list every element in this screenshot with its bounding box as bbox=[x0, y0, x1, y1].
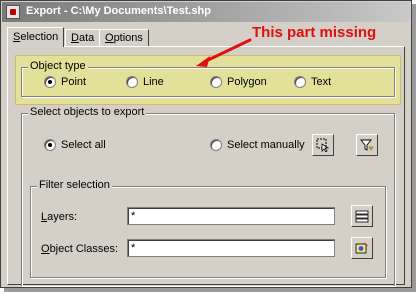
object-classes-label-rest: bject Classes: bbox=[49, 243, 119, 255]
radio-polygon-label: Polygon bbox=[227, 76, 267, 88]
layers-button[interactable] bbox=[351, 205, 373, 227]
radio-point-label: Point bbox=[61, 76, 87, 88]
object-classes-button[interactable] bbox=[351, 237, 373, 259]
radio-select-manually-button[interactable] bbox=[210, 139, 222, 151]
missing-annotation: This part missing bbox=[252, 24, 377, 41]
radio-point[interactable]: Point bbox=[44, 76, 86, 88]
tab-options-label: ptions bbox=[113, 32, 143, 44]
filter-button[interactable] bbox=[356, 134, 378, 156]
tab-data[interactable]: Data bbox=[65, 29, 101, 46]
radio-select-all-button[interactable] bbox=[44, 139, 56, 151]
object-classes-icon bbox=[355, 242, 368, 254]
radio-line[interactable]: Line bbox=[126, 76, 164, 88]
radio-line-label: Line bbox=[143, 76, 164, 88]
select-objects-group: Select objects to export Select all Sele… bbox=[21, 106, 395, 286]
radio-point-button[interactable] bbox=[44, 76, 56, 88]
window-title: Export - C:\My Documents\Test.shp bbox=[26, 5, 211, 17]
layers-icon bbox=[355, 210, 369, 223]
object-classes-label-mnemonic: O bbox=[41, 243, 50, 255]
radio-select-manually-label: Select manually bbox=[227, 139, 305, 151]
radio-polygon[interactable]: Polygon bbox=[210, 76, 267, 88]
red-arrow-icon bbox=[196, 38, 252, 67]
object-type-group: Object type Point Line Polygon Text bbox=[21, 60, 395, 97]
tab-selection-label: election bbox=[20, 31, 59, 43]
layers-input[interactable]: * bbox=[127, 207, 335, 225]
object-classes-input[interactable]: * bbox=[127, 239, 335, 257]
radio-select-all[interactable]: Select all bbox=[44, 139, 106, 151]
tab-options[interactable]: Options bbox=[99, 29, 149, 46]
tab-data-label: ata bbox=[78, 32, 95, 44]
radio-text[interactable]: Text bbox=[294, 76, 331, 88]
radio-select-all-label: Select all bbox=[61, 139, 106, 151]
radio-text-label: Text bbox=[311, 76, 332, 88]
radio-line-button[interactable] bbox=[126, 76, 138, 88]
tab-data-mnemonic: D bbox=[71, 32, 79, 44]
select-objects-label: Select objects to export bbox=[28, 106, 147, 118]
radio-polygon-button[interactable] bbox=[210, 76, 222, 88]
filter-selection-label: Filter selection bbox=[37, 179, 112, 191]
radio-select-manually[interactable]: Select manually bbox=[210, 139, 305, 151]
cursor-select-icon bbox=[316, 138, 330, 152]
filter-selection-group: Filter selection Layers: * Object Classe… bbox=[30, 179, 386, 278]
tab-options-mnemonic: O bbox=[105, 32, 114, 44]
tab-selection[interactable]: Selection bbox=[7, 27, 65, 47]
layers-label: Layers: bbox=[41, 211, 77, 223]
pick-objects-button[interactable] bbox=[312, 134, 334, 156]
object-classes-label: Object Classes: bbox=[41, 243, 118, 255]
radio-text-button[interactable] bbox=[294, 76, 306, 88]
object-type-label: Object type bbox=[28, 60, 88, 72]
layers-label-rest: ayers: bbox=[47, 211, 78, 223]
app-icon bbox=[6, 5, 20, 19]
title-bar[interactable]: Export - C:\My Documents\Test.shp bbox=[2, 2, 410, 22]
funnel-filter-icon bbox=[360, 139, 374, 151]
